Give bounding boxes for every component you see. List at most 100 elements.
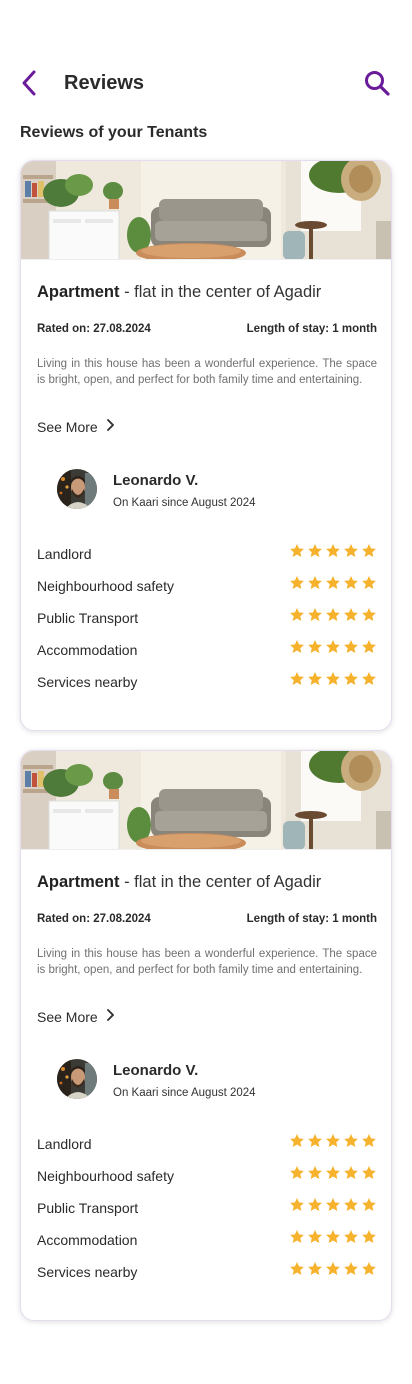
star-icon	[308, 640, 322, 653]
star-icon	[344, 608, 358, 621]
apartment-type: Apartment	[37, 873, 120, 891]
section-title: Reviews of your Tenants	[20, 124, 208, 141]
star-icon	[362, 1134, 376, 1147]
star-rating	[289, 1261, 377, 1277]
rating-row: Neighbourhood safety	[37, 1163, 377, 1195]
star-icon	[362, 1166, 376, 1179]
rating-label: Accommodation	[37, 642, 138, 658]
back-button[interactable]	[18, 68, 44, 98]
ratings-list: Landlord Neighbourhood safety Public Trans…	[37, 541, 377, 701]
star-rating	[289, 1133, 377, 1149]
star-rating	[289, 1197, 377, 1213]
star-icon	[362, 1198, 376, 1211]
star-rating	[289, 671, 377, 687]
star-icon	[326, 576, 340, 589]
apartment-title: Apartment - flat in the center of Agadir	[37, 873, 321, 892]
review-text: Living in this house has been a wonderfu…	[37, 948, 377, 976]
rating-label: Landlord	[37, 546, 92, 562]
star-icon	[290, 544, 304, 557]
rating-row: Landlord	[37, 1131, 377, 1163]
star-icon	[326, 544, 340, 557]
star-icon	[308, 672, 322, 685]
chevron-left-icon	[22, 70, 36, 96]
star-icon	[362, 1262, 376, 1275]
star-icon	[290, 608, 304, 621]
review-card: Apartment - flat in the center of Agadir…	[20, 160, 392, 731]
rating-label: Public Transport	[37, 610, 139, 626]
star-icon	[308, 1166, 322, 1179]
star-icon	[308, 1198, 322, 1211]
star-icon	[290, 1262, 304, 1275]
see-more-label: See More	[37, 1008, 98, 1025]
reviewer-member-since: On Kaari since August 2024	[113, 497, 256, 509]
star-icon	[308, 576, 322, 589]
star-rating	[289, 639, 377, 655]
chevron-right-icon	[106, 418, 115, 435]
rated-on-date: Rated on: 27.08.2024	[37, 913, 151, 925]
star-icon	[290, 1230, 304, 1243]
star-icon	[344, 544, 358, 557]
star-icon	[326, 672, 340, 685]
star-icon	[326, 1166, 340, 1179]
reviewer-info: Leonardo V. On Kaari since August 2024	[57, 469, 357, 513]
star-rating	[289, 1229, 377, 1245]
star-icon	[308, 608, 322, 621]
see-more-link[interactable]: See More	[37, 418, 115, 435]
star-icon	[344, 672, 358, 685]
star-icon	[290, 576, 304, 589]
star-icon	[326, 1134, 340, 1147]
star-icon	[290, 640, 304, 653]
see-more-label: See More	[37, 418, 98, 435]
rating-row: Landlord	[37, 541, 377, 573]
rated-on-date: Rated on: 27.08.2024	[37, 323, 151, 335]
star-icon	[290, 1166, 304, 1179]
rating-label: Services nearby	[37, 674, 138, 690]
page-title: Reviews	[64, 72, 145, 94]
star-icon	[290, 672, 304, 685]
apartment-description: - flat in the center of Agadir	[119, 873, 322, 891]
reviewer-info: Leonardo V. On Kaari since August 2024	[57, 1059, 357, 1103]
star-icon	[344, 1166, 358, 1179]
apartment-photo	[21, 161, 391, 260]
star-icon	[344, 576, 358, 589]
rating-label: Services nearby	[37, 1264, 138, 1280]
star-icon	[362, 672, 376, 685]
avatar	[57, 1059, 97, 1099]
star-rating	[289, 1165, 377, 1181]
reviewer-name: Leonardo V.	[113, 472, 199, 489]
star-icon	[326, 1230, 340, 1243]
apartment-title: Apartment - flat in the center of Agadir	[37, 283, 321, 302]
search-button[interactable]	[362, 68, 392, 98]
star-rating	[289, 575, 377, 591]
star-icon	[344, 1230, 358, 1243]
star-icon	[362, 1230, 376, 1243]
rating-label: Neighbourhood safety	[37, 578, 174, 594]
star-icon	[362, 608, 376, 621]
star-icon	[308, 1134, 322, 1147]
rating-label: Neighbourhood safety	[37, 1168, 174, 1184]
star-icon	[344, 1198, 358, 1211]
ratings-list: Landlord Neighbourhood safety Public Trans…	[37, 1131, 377, 1291]
rating-label: Accommodation	[37, 1232, 138, 1248]
avatar	[57, 469, 97, 509]
star-icon	[326, 1198, 340, 1211]
star-icon	[308, 544, 322, 557]
review-text: Living in this house has been a wonderfu…	[37, 358, 377, 386]
star-icon	[344, 1134, 358, 1147]
star-icon	[344, 1262, 358, 1275]
star-icon	[362, 576, 376, 589]
star-icon	[308, 1262, 322, 1275]
star-icon	[326, 1262, 340, 1275]
length-of-stay: Length of stay: 1 month	[246, 913, 377, 925]
chevron-right-icon	[106, 1008, 115, 1025]
rating-row: Neighbourhood safety	[37, 573, 377, 605]
rating-row: Accommodation	[37, 637, 377, 669]
star-icon	[362, 640, 376, 653]
rating-row: Public Transport	[37, 1195, 377, 1227]
see-more-link[interactable]: See More	[37, 1008, 115, 1025]
rating-row: Services nearby	[37, 669, 377, 701]
reviewer-member-since: On Kaari since August 2024	[113, 1087, 256, 1099]
star-rating	[289, 607, 377, 623]
rating-row: Accommodation	[37, 1227, 377, 1259]
rating-row: Services nearby	[37, 1259, 377, 1291]
